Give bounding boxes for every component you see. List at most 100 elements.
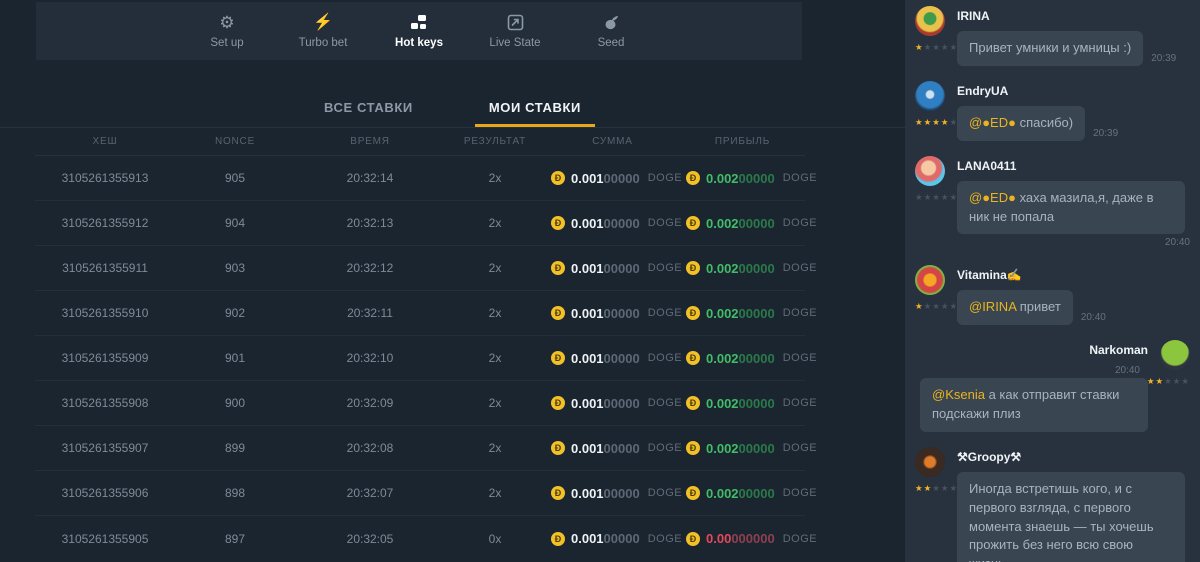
bets-table-header: ХЕШ NONCE ВРЕМЯ РЕЗУЛЬТАТ СУММА ПРИБЫЛЬ — [35, 128, 805, 156]
bet-profit: Đ 0.00200000 DOGE — [680, 216, 805, 231]
currency-label: DOGE — [648, 307, 682, 319]
chat-username[interactable]: LANA0411 — [957, 159, 1190, 173]
chat-user-side: ★★★★★ — [915, 447, 949, 562]
bet-nonce: 902 — [175, 306, 295, 320]
avatar[interactable] — [915, 81, 945, 111]
bet-sum-amount: 0.00100000 — [571, 171, 640, 186]
avatar[interactable] — [1160, 340, 1190, 370]
bet-profit-amount: 0.00200000 — [706, 351, 775, 366]
doge-coin-icon: Đ — [686, 306, 700, 320]
chat-text: Иногда встретишь кого, и с первого взгля… — [969, 481, 1154, 562]
chat-username[interactable]: Vitamina✍ — [957, 268, 1190, 282]
bet-profit-amount: 0.00200000 — [706, 216, 775, 231]
toolbar-item-live-state[interactable]: Live State — [482, 14, 548, 49]
table-row[interactable]: 3105261355913 905 20:32:14 2x Đ 0.001000… — [35, 156, 805, 201]
col-header-profit: ПРИБЫЛЬ — [680, 136, 805, 147]
currency-label: DOGE — [648, 262, 682, 274]
mention-link[interactable]: @●ED● — [969, 190, 1016, 205]
col-header-result: РЕЗУЛЬТАТ — [445, 136, 545, 147]
bet-time: 20:32:08 — [295, 441, 445, 455]
chat-user-side: ★★★★★ — [1156, 340, 1190, 432]
col-header-sum: СУММА — [545, 136, 680, 147]
chat-message: ★★★★★ IRINA Привет умники и умницы :) 20… — [915, 6, 1190, 66]
chat-username[interactable]: ⚒Groopy⚒ — [957, 450, 1190, 464]
bet-nonce: 898 — [175, 486, 295, 500]
toolbar-item-turbo-bet[interactable]: ⚡ Turbo bet — [290, 14, 356, 49]
chat-timestamp: 20:40 — [1165, 237, 1190, 248]
toolbar-item-hot-keys[interactable]: Hot keys — [386, 14, 452, 49]
doge-coin-icon: Đ — [551, 396, 565, 410]
table-row[interactable]: 3105261355911 903 20:32:12 2x Đ 0.001000… — [35, 246, 805, 291]
chat-text: спасибо) — [1016, 115, 1073, 130]
table-row[interactable]: 3105261355906 898 20:32:07 2x Đ 0.001000… — [35, 471, 805, 516]
bet-nonce: 901 — [175, 351, 295, 365]
chat-username[interactable]: EndryUA — [957, 84, 1190, 98]
bet-nonce: 903 — [175, 261, 295, 275]
chat-bubble: @Ksenia а как отправит ставки подскажи п… — [920, 378, 1148, 432]
bet-sum: Đ 0.00100000 DOGE — [545, 396, 680, 411]
toolbar-item-setup[interactable]: ⚙ Set up — [194, 14, 260, 49]
table-row[interactable]: 3105261355909 901 20:32:10 2x Đ 0.001000… — [35, 336, 805, 381]
chat-bubble: @●ED● спасибо) — [957, 106, 1085, 141]
doge-coin-icon: Đ — [551, 216, 565, 230]
mention-link[interactable]: @IRINA — [969, 299, 1016, 314]
chat-message: ★★★★★ EndryUA @●ED● спасибо) 20:39 — [915, 81, 1190, 141]
chat-bubble-row: @●ED● спасибо) 20:39 — [957, 106, 1190, 141]
avatar[interactable] — [915, 265, 945, 295]
chat-user-side: ★★★★★ — [915, 81, 949, 141]
bet-result: 2x — [445, 171, 545, 185]
mention-link[interactable]: @Ksenia — [932, 387, 985, 402]
currency-label: DOGE — [783, 172, 817, 184]
avatar[interactable] — [915, 156, 945, 186]
table-row[interactable]: 3105261355910 902 20:32:11 2x Đ 0.001000… — [35, 291, 805, 336]
bet-result: 2x — [445, 216, 545, 230]
bet-sum-amount: 0.00100000 — [571, 216, 640, 231]
tab-all-bets[interactable]: ВСЕ СТАВКИ — [310, 92, 427, 127]
lightning-icon: ⚡ — [313, 14, 333, 32]
bet-nonce: 900 — [175, 396, 295, 410]
bet-nonce: 897 — [175, 532, 295, 546]
chat-bubble: @●ED● хаха мазила,я, даже в ник не попал… — [957, 181, 1185, 235]
chat-timestamp: 20:39 — [1093, 128, 1118, 139]
bet-sum: Đ 0.00100000 DOGE — [545, 306, 680, 321]
bet-hash: 3105261355905 — [35, 532, 175, 546]
table-row[interactable]: 3105261355905 897 20:32:05 0x Đ 0.001000… — [35, 516, 805, 561]
doge-coin-icon: Đ — [686, 261, 700, 275]
chat-message: ★★★★★ LANA0411 @●ED● хаха мазила,я, даже… — [915, 156, 1190, 251]
chat-timestamp: 20:40 — [1115, 365, 1140, 376]
bet-hash: 3105261355906 — [35, 486, 175, 500]
table-row[interactable]: 3105261355908 900 20:32:09 2x Đ 0.001000… — [35, 381, 805, 426]
bet-time: 20:32:14 — [295, 171, 445, 185]
tab-my-bets[interactable]: МОИ СТАВКИ — [475, 92, 595, 127]
table-row[interactable]: 3105261355912 904 20:32:13 2x Đ 0.001000… — [35, 201, 805, 246]
chat-bubble-row: @Ksenia а как отправит ставки подскажи п… — [915, 365, 1148, 432]
bets-tabs: ВСЕ СТАВКИ МОИ СТАВКИ — [0, 92, 905, 128]
bets-table: ХЕШ NONCE ВРЕМЯ РЕЗУЛЬТАТ СУММА ПРИБЫЛЬ … — [35, 128, 805, 561]
livestate-icon — [507, 14, 524, 32]
bet-sum: Đ 0.00100000 DOGE — [545, 171, 680, 186]
doge-coin-icon: Đ — [686, 441, 700, 455]
doge-coin-icon: Đ — [551, 171, 565, 185]
chat-username[interactable]: Narkoman — [915, 343, 1148, 357]
avatar[interactable] — [915, 447, 945, 477]
bet-hash: 3105261355911 — [35, 261, 175, 275]
main-panel: ⚙ Set up ⚡ Turbo bet Hot keys — [0, 0, 905, 562]
currency-label: DOGE — [783, 217, 817, 229]
toolbar-label: Turbo bet — [299, 37, 348, 49]
currency-label: DOGE — [648, 172, 682, 184]
chat-bubble: Иногда встретишь кого, и с первого взгля… — [957, 472, 1185, 562]
game-toolbar: ⚙ Set up ⚡ Turbo bet Hot keys — [36, 2, 802, 60]
chat-message-body: EndryUA @●ED● спасибо) 20:39 — [949, 81, 1190, 141]
bet-result: 2x — [445, 441, 545, 455]
chat-user-side: ★★★★★ — [915, 156, 949, 251]
mention-link[interactable]: @●ED● — [969, 115, 1016, 130]
doge-coin-icon: Đ — [686, 486, 700, 500]
bet-profit: Đ 0.00200000 DOGE — [680, 486, 805, 501]
chat-username[interactable]: IRINA — [957, 9, 1190, 23]
doge-coin-icon: Đ — [551, 532, 565, 546]
currency-label: DOGE — [648, 217, 682, 229]
avatar[interactable] — [915, 6, 945, 36]
toolbar-item-seed[interactable]: Seed — [578, 14, 644, 49]
table-row[interactable]: 3105261355907 899 20:32:08 2x Đ 0.001000… — [35, 426, 805, 471]
chat-bubble-row: Привет умники и умницы :) 20:39 — [957, 31, 1190, 66]
